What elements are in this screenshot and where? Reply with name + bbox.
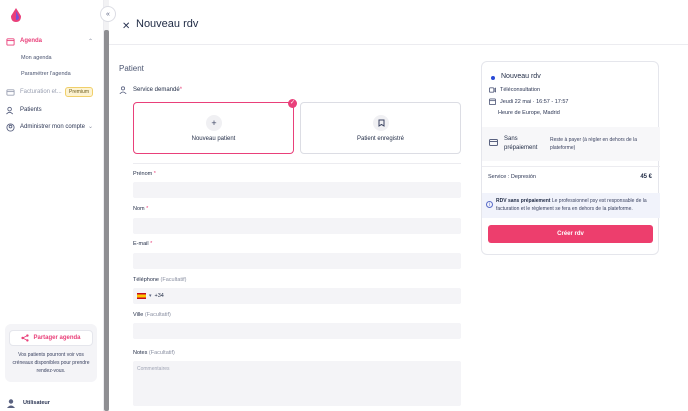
form-divider [133, 163, 461, 164]
field-label-text: Nom [133, 206, 145, 212]
share-agenda-panel: Partager agenda Vos patients pourront vo… [5, 324, 97, 382]
optional-mark: (Facultatif) [144, 312, 171, 318]
appointment-summary-card: Nouveau rdv Téléconsultation Jeudi 22 ma… [481, 61, 660, 255]
user-menu[interactable]: Utilisateur [6, 398, 50, 408]
users-icon [6, 106, 14, 114]
required-mark: * [153, 171, 156, 177]
notes-placeholder: Commentaires [137, 366, 170, 372]
summary-divider [482, 166, 660, 167]
ville-label: Ville (Facultatif) [133, 312, 171, 318]
calendar-icon [489, 98, 496, 105]
payment-box: Sans prépaiement Reste à payer (à régler… [482, 127, 660, 161]
option-label: Patient enregistré [356, 136, 405, 142]
sidebar-item-label: Facturation et... [20, 89, 62, 95]
sidebar-item-admin[interactable]: Administrer mon compte [6, 121, 85, 133]
service-label-text: Service demandé [133, 87, 180, 93]
field-label-text: Ville [133, 312, 144, 318]
avatar-icon [7, 399, 15, 408]
email-label: E-mail * [133, 241, 152, 247]
chevron-down-icon[interactable]: ⌄ [88, 123, 93, 130]
email-input[interactable] [133, 253, 461, 269]
nom-input[interactable] [133, 218, 461, 234]
share-agenda-label: Partager agenda [33, 335, 81, 341]
header-divider [109, 44, 688, 45]
sidebar-item-label: Agenda [20, 38, 43, 44]
payment-text: Reste à payer (à régler en dehors de la … [550, 137, 637, 151]
double-chevron-left-icon: « [106, 10, 110, 18]
new-patient-option[interactable]: ✓ + Nouveau patient [133, 99, 297, 154]
notes-textarea[interactable]: Commentaires [133, 361, 461, 406]
nom-label: Nom * [133, 206, 148, 212]
optional-mark: (Facultatif) [160, 277, 187, 283]
ville-input[interactable] [133, 323, 461, 339]
section-title: Patient [119, 64, 144, 73]
summary-title: Nouveau rdv [501, 73, 541, 80]
app-logo-icon [11, 8, 21, 22]
spain-flag-icon[interactable] [137, 293, 146, 299]
notes-label: Notes (Facultatif) [133, 350, 175, 356]
check-icon: ✓ [288, 99, 297, 108]
scrollbar-thumb[interactable] [104, 30, 109, 411]
required-mark: * [150, 241, 153, 247]
field-label-text: Notes [133, 350, 148, 356]
summary-datetime-row: Jeudi 22 mai · 16:57 - 17:57 [489, 98, 569, 105]
invoice-icon [6, 88, 15, 96]
summary-type-row: Téléconsultation [489, 87, 540, 93]
sidebar-item-agenda[interactable]: Agenda [6, 35, 42, 47]
sidebar: Agenda ⌃ Mon agenda Paramétrer l'agenda … [0, 0, 104, 411]
calendar-icon [6, 37, 15, 46]
summary-price: 45 € [640, 174, 652, 180]
required-mark: * [179, 87, 183, 93]
sidebar-item-label: Patients [20, 107, 42, 113]
phone-prefix: +34 [154, 293, 164, 299]
sidebar-item-label: Administrer mon compte [20, 124, 86, 130]
page-title: Nouveau rdv [136, 18, 199, 30]
collapse-sidebar-button[interactable]: « [100, 6, 116, 22]
payment-title: Sans prépaiement [504, 136, 538, 151]
optional-mark: (Facultatif) [148, 350, 175, 356]
service-label: Service demandé* [133, 87, 182, 93]
create-appointment-button[interactable]: Créer rdv [488, 225, 653, 243]
summary-datetime: Jeudi 22 mai · 16:57 - 17:57 [500, 98, 569, 105]
sidebar-subitem-parametrer[interactable]: Paramétrer l'agenda [21, 71, 71, 77]
share-agenda-button[interactable]: Partager agenda [9, 330, 93, 346]
field-label-text: Téléphone [133, 277, 159, 283]
summary-type: Téléconsultation [500, 87, 541, 93]
share-agenda-text: Vos patients pourront voir vos créneaux … [12, 352, 90, 374]
field-label-text: E-mail [133, 241, 149, 247]
summary-service: Service : Depresión [488, 174, 536, 180]
note-bold: RDV sans prépaiement [496, 198, 551, 204]
bookmark-icon [373, 115, 389, 131]
required-mark: * [146, 206, 149, 212]
user-settings-icon [6, 122, 15, 132]
person-icon [119, 86, 127, 94]
sidebar-subitem-mon-agenda[interactable]: Mon agenda [21, 55, 52, 61]
chevron-up-icon[interactable]: ⌃ [88, 38, 93, 45]
telephone-label: Téléphone (Facultatif) [133, 277, 187, 283]
credit-card-icon [489, 139, 498, 146]
sidebar-item-facturation[interactable]: Facturation et... [6, 86, 62, 98]
video-icon [489, 87, 496, 93]
field-label-text: Prénom [133, 171, 153, 177]
info-icon: i [486, 201, 493, 208]
sidebar-item-patients[interactable]: Patients [6, 104, 42, 116]
summary-timezone: Heure de Europe, Madrid [498, 110, 560, 116]
prepayment-note: i RDV sans prépaiement Le professionnel … [482, 193, 660, 218]
plus-icon: + [206, 115, 222, 131]
note-text: RDV sans prépaiement Le professionnel ps… [496, 197, 656, 213]
telephone-input[interactable]: ▾ +34 [133, 288, 461, 304]
share-icon [21, 334, 30, 342]
premium-badge: Premium [65, 87, 94, 97]
status-dot [491, 76, 495, 80]
registered-patient-option[interactable]: Patient enregistré [300, 102, 461, 154]
option-label: Nouveau patient [191, 136, 236, 142]
user-name: Utilisateur [23, 400, 50, 406]
chevron-down-icon[interactable]: ▾ [149, 293, 152, 299]
prenom-label: Prénom * [133, 171, 156, 177]
close-icon[interactable]: ✕ [122, 21, 130, 32]
prenom-input[interactable] [133, 182, 461, 198]
